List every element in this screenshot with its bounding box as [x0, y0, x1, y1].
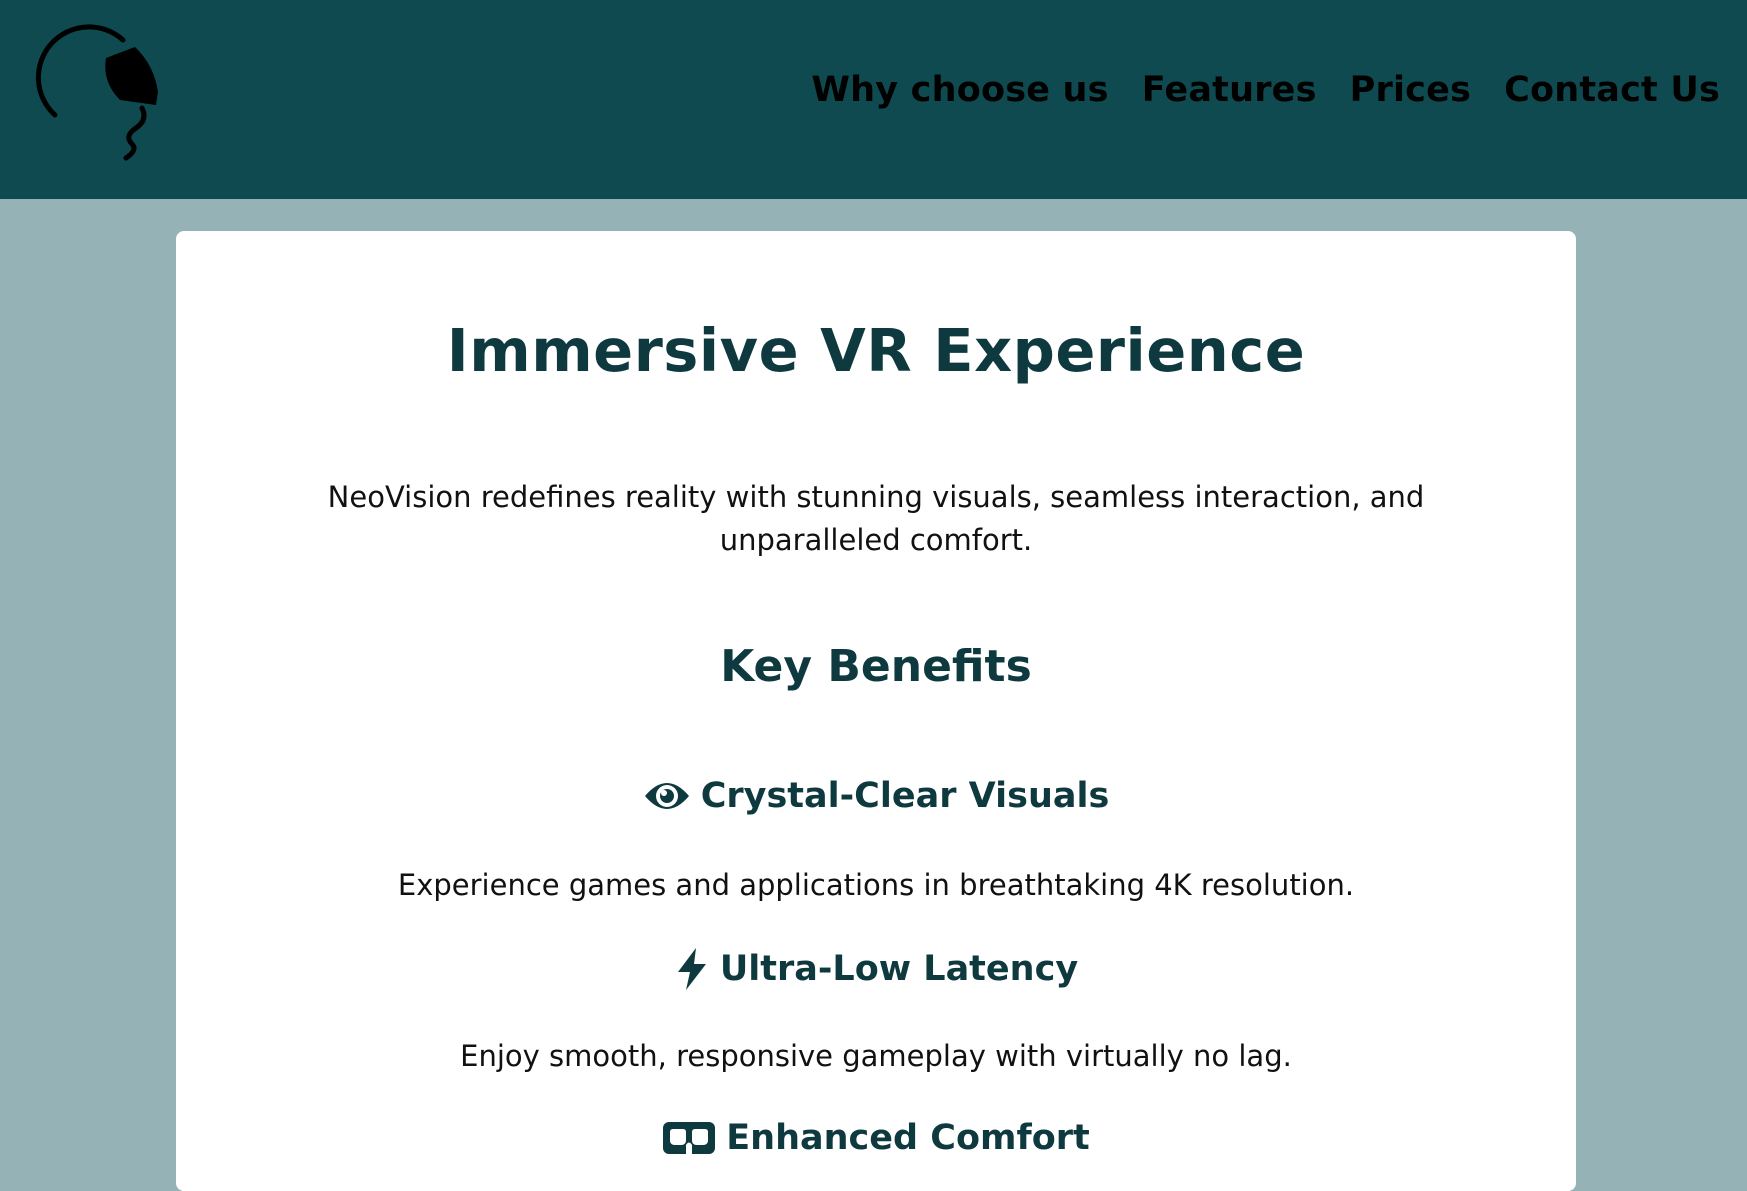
main-nav: Why choose us Features Prices Contact Us [811, 70, 1720, 110]
nav-link-features[interactable]: Features [1142, 70, 1317, 110]
benefit-heading-visuals: Crystal-Clear Visuals [176, 776, 1576, 816]
vr-headset-icon [663, 1122, 716, 1154]
benefit-heading-latency: Ultra-Low Latency [176, 947, 1576, 991]
benefit-title: Crystal-Clear Visuals [700, 776, 1110, 816]
hero-title: Immersive VR Experience [446, 316, 1306, 385]
content-card: Immersive VR Experience NeoVision redefi… [176, 231, 1576, 1191]
bolt-icon [677, 948, 706, 990]
benefit-heading-comfort: Enhanced Comfort [176, 1118, 1576, 1158]
benefit-title: Ultra-Low Latency [719, 949, 1079, 989]
eye-icon [644, 783, 689, 809]
site-header: Why choose us Features Prices Contact Us [0, 0, 1747, 199]
key-benefits-title: Key Benefits [720, 641, 1032, 692]
hero-description: NeoVision redefines reality with stunnin… [327, 480, 1425, 557]
nav-link-prices[interactable]: Prices [1350, 70, 1471, 110]
nav-link-contact-us[interactable]: Contact Us [1504, 70, 1720, 110]
benefit-description: Experience games and applications in bre… [397, 868, 1355, 902]
nav-link-why-choose-us[interactable]: Why choose us [811, 70, 1108, 110]
vr-headset-logo-icon[interactable] [30, 20, 170, 170]
benefit-description: Enjoy smooth, responsive gameplay with v… [460, 1039, 1292, 1073]
benefit-title: Enhanced Comfort [726, 1118, 1090, 1158]
